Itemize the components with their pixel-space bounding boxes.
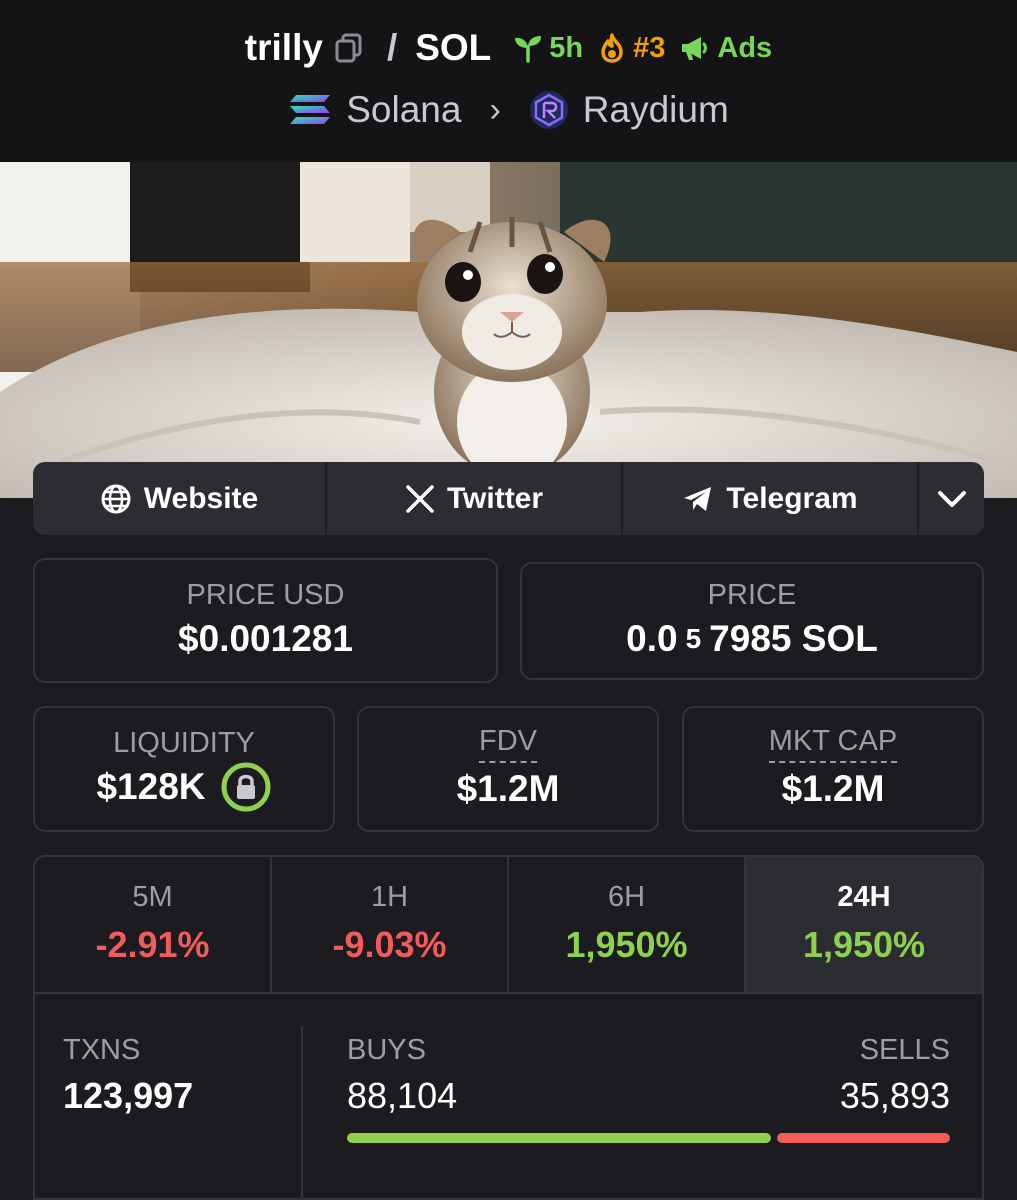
buys-label: BUYS (347, 1034, 426, 1066)
price-native-value: 0.0 5 7985 SOL (626, 613, 878, 665)
pair-separator: / (386, 27, 398, 68)
chevron-down-icon (937, 490, 966, 507)
stats-panel: 5M -2.91% 1H -9.03% 6H 1,950% 24H 1,950%… (33, 855, 984, 1200)
tab-6h[interactable]: 6H 1,950% (509, 857, 746, 992)
price-native-prefix: 0.0 (626, 618, 678, 659)
tab-5m-label: 5M (132, 880, 173, 913)
sells-label: SELLS (859, 1034, 950, 1066)
txns-total-block: TXNS 123,997 (63, 1032, 193, 1124)
trending-rank-value: #3 (633, 32, 666, 64)
fdv-card: FDV $1.2M (357, 706, 659, 832)
telegram-plane-icon (684, 486, 712, 511)
timeframe-tabs: 5M -2.91% 1H -9.03% 6H 1,950% 24H 1,950% (35, 857, 982, 994)
sells-bar (777, 1133, 950, 1143)
transactions-section: TXNS 123,997 BUYS SELLS 88,104 35,893 (35, 994, 982, 1198)
market-cap-label[interactable]: MKT CAP (768, 723, 898, 763)
tab-24h[interactable]: 24H 1,950% (746, 857, 982, 992)
ads-badge[interactable]: Ads (679, 22, 772, 74)
fdv-value: $1.2M (456, 768, 560, 809)
quote-symbol: SOL (415, 27, 492, 68)
sprout-icon (515, 36, 542, 63)
token-banner-image (0, 162, 1017, 498)
age-value: 5h (549, 32, 584, 64)
liquidity-value: $128K (96, 766, 206, 807)
website-button[interactable]: Website (33, 462, 327, 535)
price-native-zero-count: 5 (685, 623, 702, 654)
tab-6h-change: 1,950% (565, 923, 688, 965)
price-native-label: PRICE (707, 579, 797, 611)
social-links-bar: Website Twitter Telegram (33, 462, 984, 535)
liquidity-label: LIQUIDITY (113, 727, 255, 759)
price-native-suffix: 7985 SOL (709, 618, 878, 659)
tab-5m-change: -2.91% (95, 923, 210, 965)
price-usd-card: PRICE USD $0.001281 (33, 558, 498, 683)
twitter-button[interactable]: Twitter (327, 462, 623, 535)
txns-total: 123,997 (63, 1075, 194, 1116)
megaphone-icon (682, 37, 708, 60)
website-label: Website (143, 481, 259, 515)
tab-6h-label: 6H (607, 880, 646, 913)
lock-icon[interactable] (220, 761, 272, 813)
liquidity-card: LIQUIDITY $128K (33, 706, 335, 832)
flame-icon (601, 33, 623, 63)
price-native-card: PRICE 0.0 5 7985 SOL (520, 562, 984, 680)
age-badge: 5h (513, 22, 583, 74)
chain-row: Solana › Raydium (0, 84, 1017, 136)
solana-logo-icon (290, 95, 331, 124)
tab-24h-label: 24H (837, 880, 891, 913)
telegram-button[interactable]: Telegram (623, 462, 919, 535)
txns-divider (301, 1026, 303, 1198)
pair-header: trilly / SOL 5h #3 Ads Solana › Raydium (0, 0, 1017, 162)
market-cap-card: MKT CAP $1.2M (682, 706, 984, 832)
tab-24h-change: 1,950% (802, 923, 926, 965)
tab-1h-label: 1H (370, 880, 409, 913)
sells-count: 35,893 (839, 1075, 950, 1116)
token-symbol[interactable]: trilly (245, 22, 323, 74)
buys-bar (347, 1133, 771, 1143)
breadcrumb-chevron-icon: › (489, 91, 501, 129)
raydium-logo-icon (529, 91, 568, 129)
price-usd-label: PRICE USD (186, 578, 345, 611)
x-logo-icon (406, 484, 434, 513)
more-links-button[interactable] (919, 462, 984, 535)
fdv-label[interactable]: FDV (479, 723, 537, 763)
liquidity-value-row: $128K (96, 761, 271, 813)
buys-count: 88,104 (347, 1075, 458, 1116)
ads-label: Ads (717, 32, 773, 64)
tab-1h[interactable]: 1H -9.03% (272, 857, 509, 992)
telegram-label: Telegram (726, 481, 858, 515)
tab-5m[interactable]: 5M -2.91% (35, 857, 272, 992)
txns-label: TXNS (63, 1034, 141, 1066)
chain-name[interactable]: Solana (346, 84, 461, 136)
tab-1h-change: -9.03% (332, 923, 447, 965)
twitter-label: Twitter (446, 481, 544, 515)
trending-rank-badge[interactable]: #3 (597, 22, 665, 74)
copy-icon[interactable] (333, 32, 365, 64)
market-cap-value: $1.2M (781, 768, 885, 809)
globe-icon (101, 484, 131, 513)
dex-name[interactable]: Raydium (583, 84, 729, 136)
price-usd-value: $0.001281 (178, 617, 353, 659)
pair-title-row: trilly / SOL 5h #3 Ads (0, 22, 1017, 74)
